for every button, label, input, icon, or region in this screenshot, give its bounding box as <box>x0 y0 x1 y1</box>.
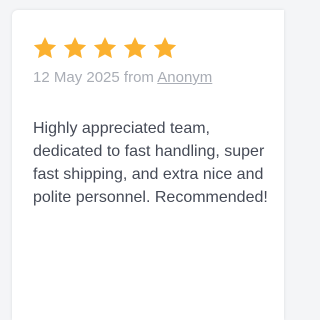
star-icon <box>123 36 147 59</box>
review-date: 12 May 2025 <box>33 69 120 86</box>
review-card: 12 May 2025 from Anonym Highly appreciat… <box>12 10 284 320</box>
review-from-label: from <box>123 69 154 86</box>
star-rating <box>32 35 178 61</box>
review-text: Highly appreciated team, dedicated to fa… <box>33 120 268 206</box>
star-icon <box>33 36 57 59</box>
star-icon <box>63 36 87 59</box>
star-icon <box>93 36 117 59</box>
review-meta: 12 May 2025 from Anonym <box>33 68 212 88</box>
star-icon <box>153 36 177 59</box>
review-author-link[interactable]: Anonym <box>157 69 212 86</box>
